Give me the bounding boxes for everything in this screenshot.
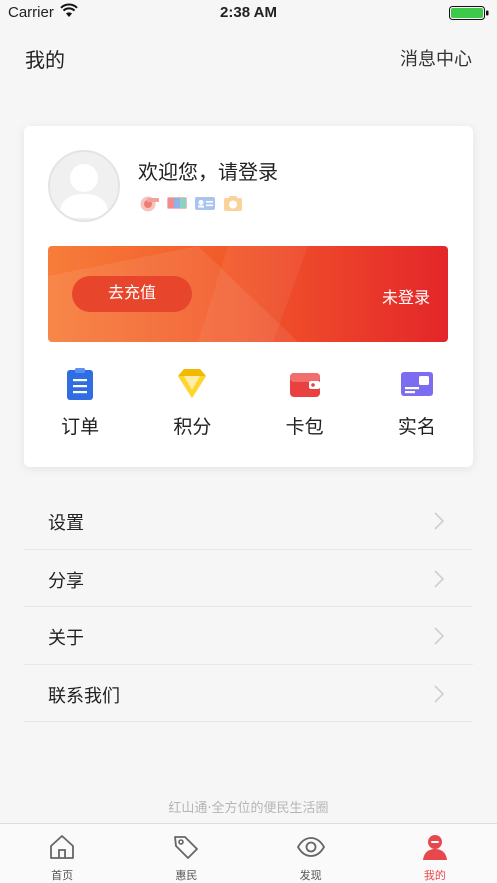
chevron-right-icon (434, 512, 445, 530)
menu-item-label: 联系我们 (48, 685, 120, 707)
quick-action-label: 订单 (61, 416, 100, 438)
tab-label: 惠民 (175, 869, 198, 882)
verification-icons (138, 194, 244, 214)
battery-icon (449, 6, 489, 20)
clock: 2:38 AM (220, 4, 277, 21)
order-icon (67, 368, 94, 400)
profile-card: 欢迎您，请登录 去充值 未登录 订单 积分 卡包 实名 (24, 126, 473, 467)
menu-item-share[interactable]: 分享 (24, 550, 473, 607)
menu-item-about[interactable]: 关于 (24, 607, 473, 665)
menu-item-label: 分享 (48, 570, 84, 592)
home-icon (50, 835, 75, 859)
quick-action-label: 积分 (173, 416, 212, 438)
quick-action-orders[interactable]: 订单 (24, 362, 136, 452)
tab-label: 我的 (423, 869, 446, 882)
page-title: 我的 (25, 48, 65, 72)
recharge-banner: 去充值 未登录 (48, 246, 448, 342)
menu-item-label: 关于 (48, 628, 84, 649)
union-card-icon (167, 197, 187, 209)
quick-actions: 订单 积分 卡包 实名 (24, 362, 473, 452)
chevron-right-icon (434, 569, 445, 588)
tab-mine[interactable]: 我的 (373, 824, 497, 883)
tab-label: 发现 (299, 869, 322, 882)
quick-action-points[interactable]: 积分 (136, 362, 248, 452)
avatar[interactable] (48, 150, 120, 222)
user-icon (422, 835, 447, 860)
message-center-button[interactable]: 消息中心 (400, 45, 472, 71)
menu-item-settings[interactable]: 设置 (24, 492, 473, 550)
tab-benefits[interactable]: 惠民 (124, 824, 248, 883)
quick-action-label: 卡包 (285, 416, 324, 438)
login-status: 未登录 (381, 288, 430, 307)
menu-item-label: 设置 (48, 513, 84, 534)
chevron-right-icon (434, 684, 445, 703)
eye-icon (296, 837, 325, 857)
tab-discover[interactable]: 发现 (249, 824, 373, 883)
settings-menu: 设置 分享 关于 联系我们 (24, 492, 473, 722)
app-slogan: 红山通·全方位的便民生活圈 (168, 801, 329, 816)
quick-action-label: 实名 (397, 416, 436, 438)
bank-card-icon (140, 196, 159, 212)
wallet-icon (289, 373, 320, 397)
login-prompt[interactable]: 欢迎您，请登录 (138, 156, 278, 185)
chevron-right-icon (434, 627, 445, 645)
id-card-icon (400, 372, 433, 396)
camera-icon (224, 196, 242, 211)
bottom-tab-bar: 首页 惠民 发现 我的 (0, 823, 497, 883)
id-card-icon (195, 197, 215, 210)
tab-label: 首页 (51, 869, 74, 882)
menu-item-contact[interactable]: 联系我们 (24, 665, 473, 722)
default-user-icon (58, 164, 110, 218)
recharge-button[interactable]: 去充值 (72, 276, 192, 312)
tag-icon (174, 836, 199, 859)
diamond-icon (178, 369, 207, 398)
quick-action-real-name[interactable]: 实名 (361, 362, 473, 452)
tab-home[interactable]: 首页 (0, 824, 124, 883)
status-bar: Carrier 2:38 AM (0, 0, 497, 26)
page-header: 我的 消息中心 (0, 26, 497, 90)
profile-page: Carrier 2:38 AM 我的 消息中心 欢迎您，请登录 去充值 未登录 … (0, 0, 497, 883)
quick-action-wallet[interactable]: 卡包 (249, 362, 361, 452)
